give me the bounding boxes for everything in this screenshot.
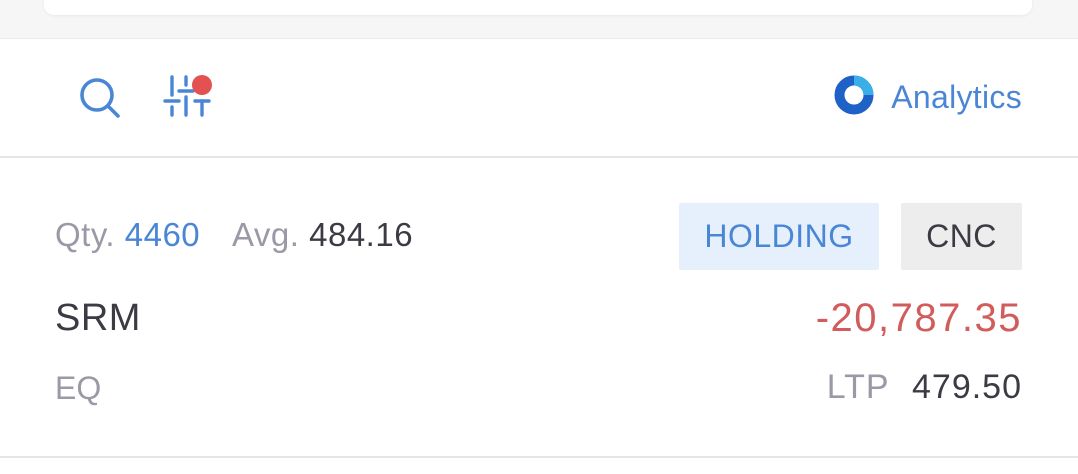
last-traded-price: LTP 479.50 bbox=[827, 368, 1022, 407]
filter-active-dot bbox=[192, 75, 212, 95]
analytics-label: Analytics bbox=[891, 78, 1022, 115]
avg-value: 484.16 bbox=[309, 216, 414, 253]
profit-loss-value: -20,787.35 bbox=[815, 296, 1022, 340]
search-icon[interactable] bbox=[78, 76, 122, 120]
previous-card-area bbox=[0, 0, 1078, 39]
qty-label: Qty. bbox=[55, 216, 116, 253]
ltp-label: LTP bbox=[826, 368, 890, 406]
position-badges: HOLDING CNC bbox=[679, 203, 1022, 270]
ltp-value: 479.50 bbox=[912, 368, 1022, 406]
analytics-donut-icon bbox=[833, 74, 875, 121]
positions-toolbar: Analytics bbox=[0, 39, 1078, 158]
exchange-segment: EQ bbox=[55, 370, 102, 406]
holding-badge: HOLDING bbox=[679, 203, 879, 270]
instrument-symbol: SRM bbox=[55, 297, 141, 339]
analytics-button[interactable]: Analytics bbox=[833, 75, 1022, 117]
filter-sliders-icon[interactable] bbox=[162, 71, 218, 121]
position-list-item[interactable]: Qty. 4460 Avg. 484.16 HOLDING CNC SRM -2… bbox=[0, 158, 1078, 458]
qty-value: 4460 bbox=[124, 216, 201, 253]
quantity-average-line: Qty. 4460 Avg. 484.16 bbox=[55, 216, 413, 254]
avg-label: Avg. bbox=[232, 216, 300, 253]
previous-card[interactable] bbox=[44, 0, 1032, 15]
product-type-badge: CNC bbox=[901, 203, 1022, 270]
